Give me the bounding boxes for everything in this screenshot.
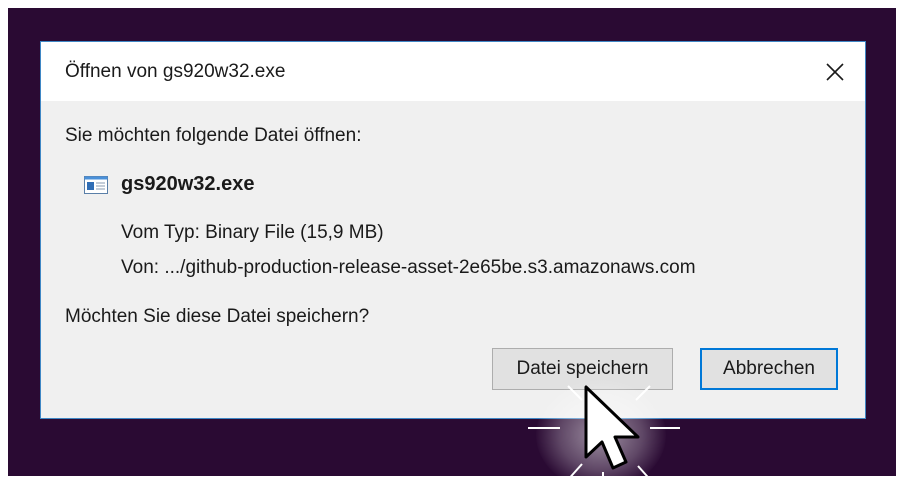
- file-name: gs920w32.exe: [121, 173, 255, 195]
- file-source-label: Von:: [121, 257, 160, 278]
- close-button[interactable]: [805, 42, 865, 101]
- file-type-value: Binary File (15,9 MB): [205, 222, 384, 243]
- executable-file-icon: [84, 176, 108, 194]
- download-dialog: Öffnen von gs920w32.exe Sie möchten folg…: [40, 41, 866, 419]
- file-source-value: .../github-production-release-asset-2e65…: [164, 257, 696, 278]
- file-type-label: Vom Typ:: [121, 222, 200, 243]
- dialog-title: Öffnen von gs920w32.exe: [65, 61, 286, 82]
- mouse-pointer-icon: [584, 385, 640, 470]
- save-question: Möchten Sie diese Datei speichern?: [65, 306, 370, 327]
- file-type-row: Vom Typ: Binary File (15,9 MB): [121, 222, 384, 244]
- file-source-row: Von: .../github-production-release-asset…: [121, 257, 696, 279]
- dialog-titlebar: Öffnen von gs920w32.exe: [41, 42, 865, 101]
- close-icon: [826, 62, 844, 81]
- dialog-prompt: Sie möchten folgende Datei öffnen:: [65, 125, 362, 146]
- cancel-button[interactable]: Abbrechen: [700, 348, 838, 390]
